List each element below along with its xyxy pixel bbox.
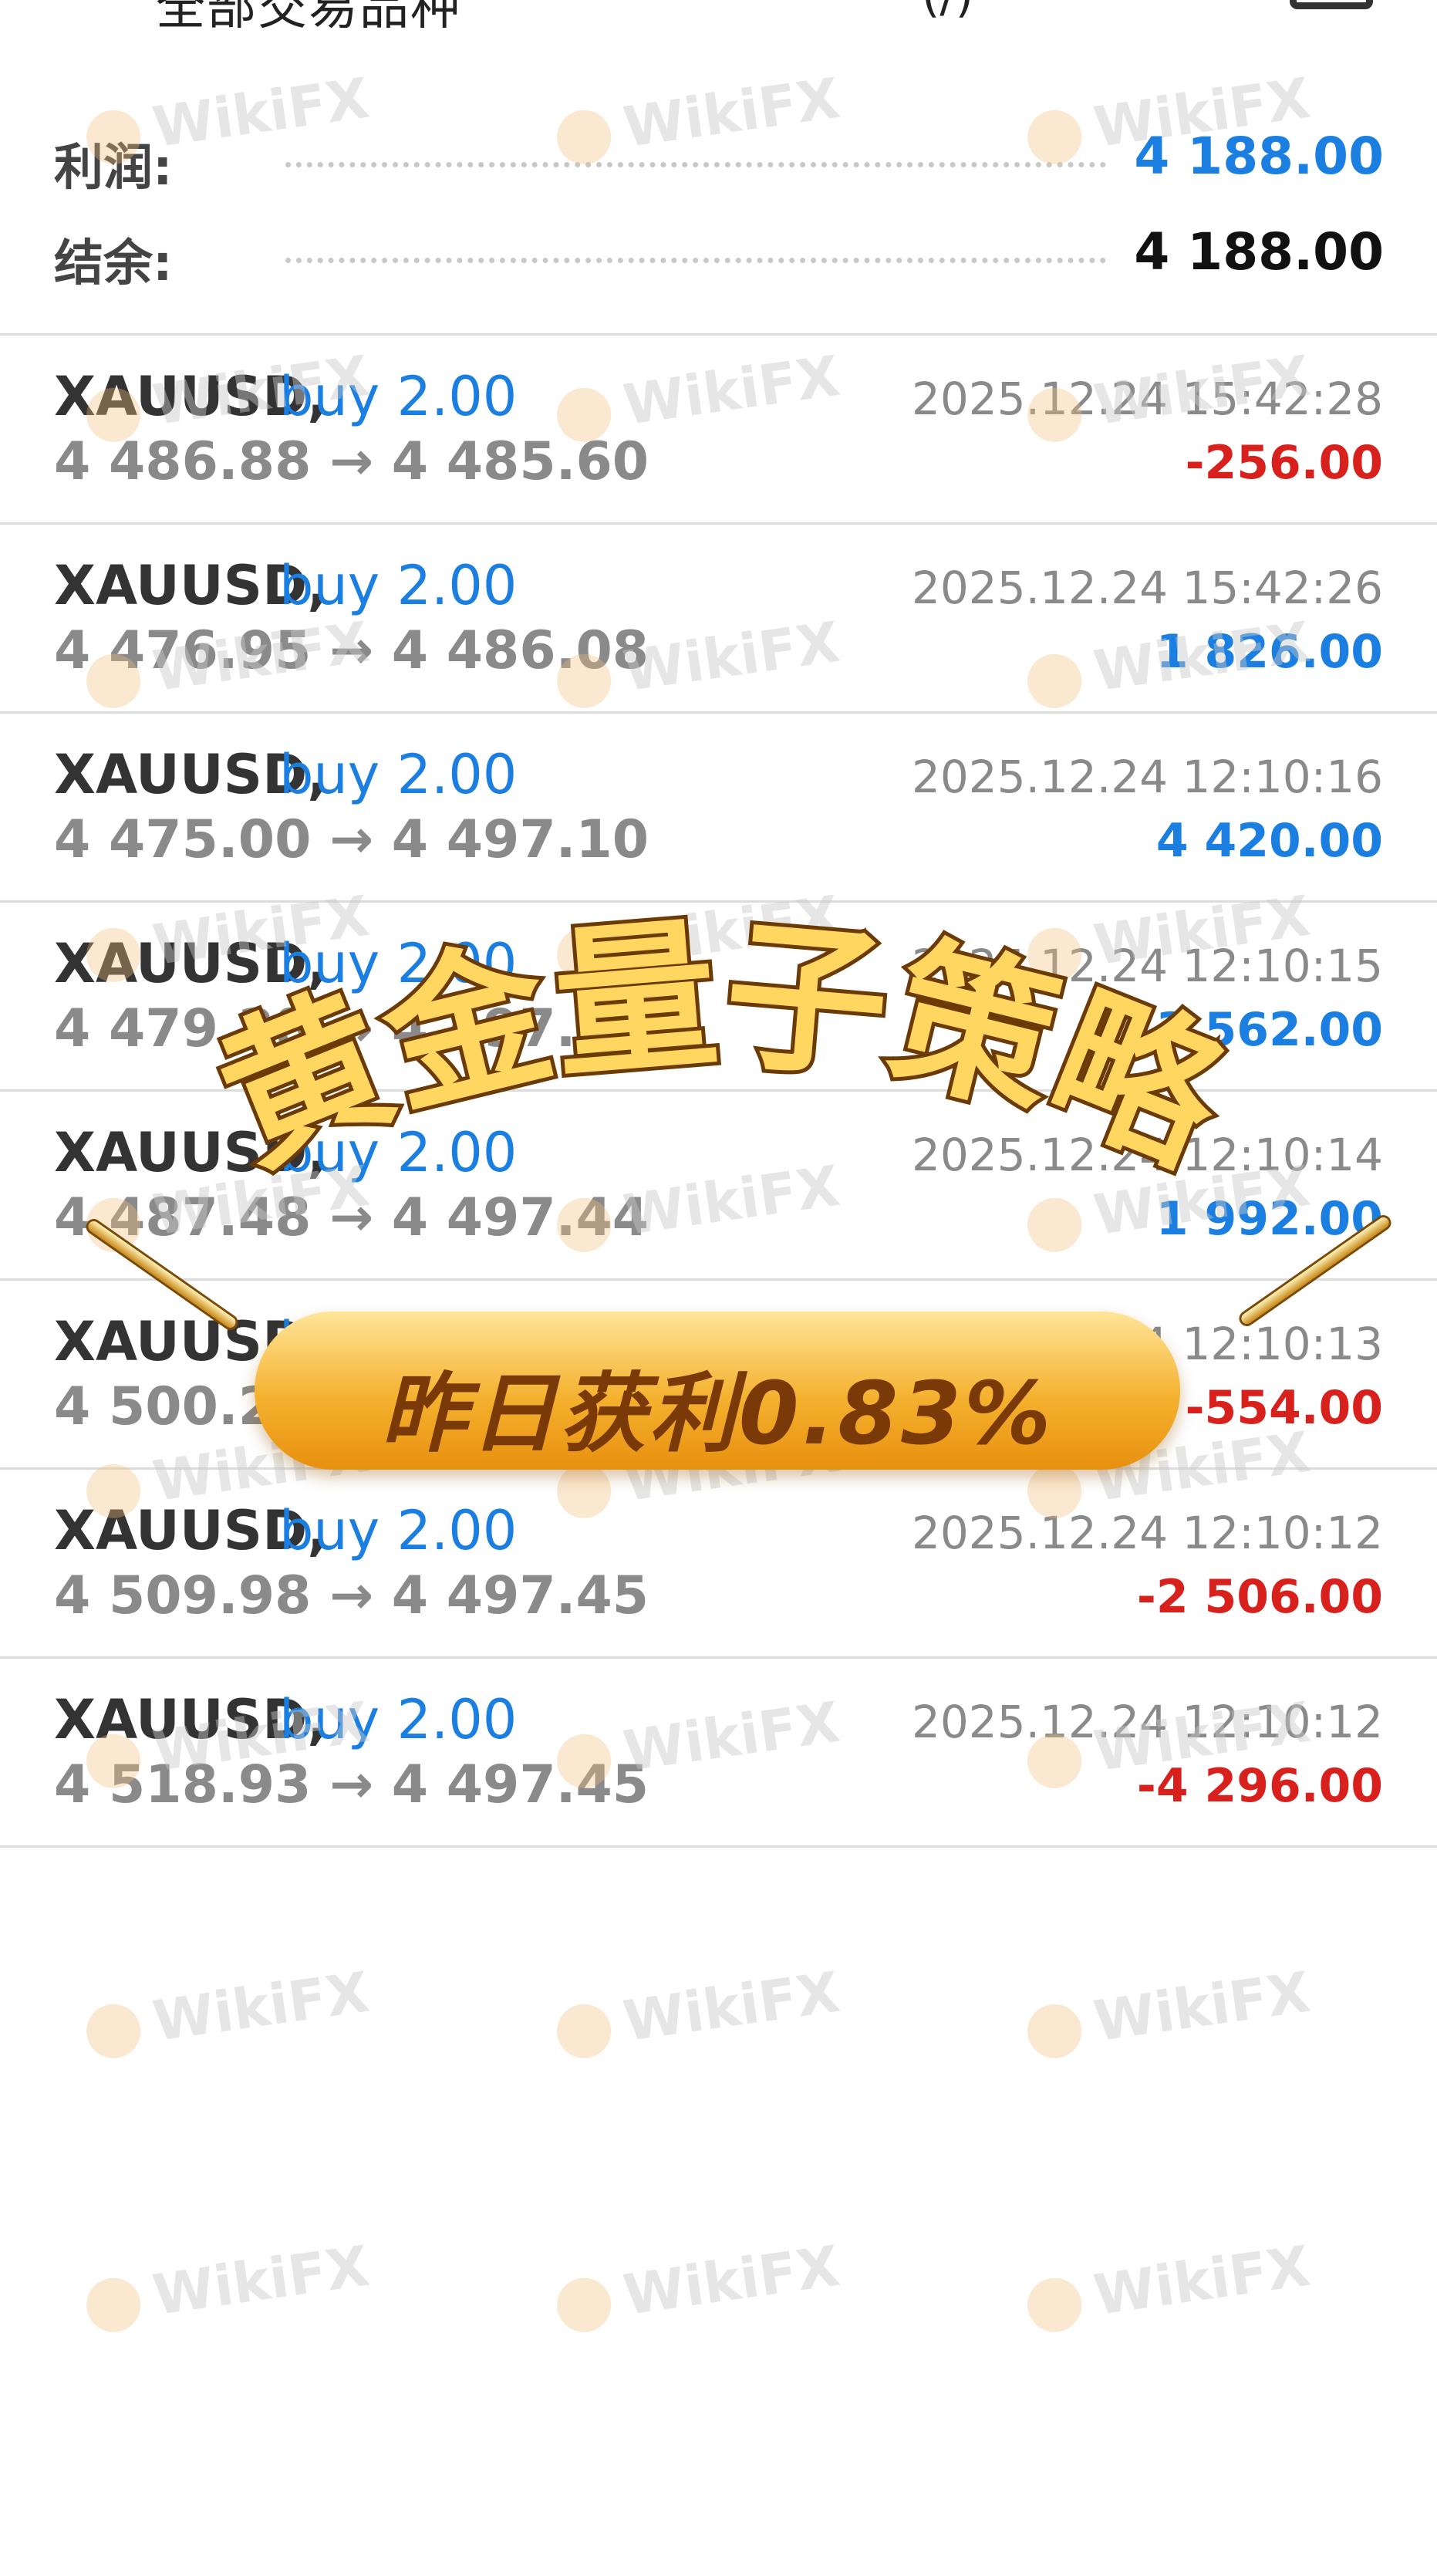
- trade-time: 2025.12.24 12:10:12: [911, 1507, 1383, 1559]
- trade-prices: 4 509.98 → 4 497.45: [54, 1565, 649, 1626]
- wikifx-logo-icon: [83, 384, 144, 446]
- trade-direction: buy 2.00: [279, 1310, 518, 1373]
- wikifx-logo-icon: [83, 2274, 144, 2336]
- trade-time: 2025.12.24 15:42:26: [911, 562, 1383, 614]
- wikifx-logo-icon: [1024, 106, 1085, 168]
- dotted-leader: [285, 162, 1106, 167]
- wikifx-logo-icon: [83, 1460, 144, 1522]
- watermark: WikiFX: [552, 2233, 843, 2338]
- wikifx-logo-icon: [1024, 2000, 1085, 2062]
- trade-time: 2025.12.24 12:10:13: [911, 1318, 1383, 1370]
- wikifx-logo-icon: [83, 2000, 144, 2062]
- trade-profit: -256.00: [1185, 436, 1383, 490]
- trade-prices: 4 486.88 → 4 485.60: [54, 431, 649, 492]
- wikifx-logo-icon: [83, 1194, 144, 1256]
- trade-direction: buy 2.00: [279, 743, 518, 806]
- dotted-leader: [285, 258, 1106, 263]
- watermark: WikiFX: [552, 1960, 843, 2064]
- wikifx-logo-icon: [83, 1730, 144, 1792]
- watermark: WikiFX: [1023, 2233, 1314, 2338]
- wikifx-logo-icon: [1024, 1194, 1085, 1256]
- trade-time: 2025.12.24 12:10:16: [911, 751, 1383, 803]
- wikifx-logo-icon: [553, 384, 615, 446]
- wikifx-logo-icon: [83, 106, 144, 168]
- wikifx-logo-icon: [1024, 2274, 1085, 2336]
- balance-value: 4 188.00: [1134, 222, 1384, 282]
- wikifx-logo-icon: [553, 106, 615, 168]
- watermark: WikiFX: [1023, 1960, 1314, 2064]
- wikifx-logo-icon: [553, 924, 615, 986]
- trade-direction: buy 2.00: [279, 554, 518, 617]
- trade-profit: 3 562.00: [1155, 1003, 1383, 1057]
- watermark: WikiFX: [82, 1960, 373, 2064]
- wikifx-logo-icon: [1024, 1460, 1085, 1522]
- wikifx-logo-icon: [553, 2000, 615, 2062]
- symbol-filter-title[interactable]: 全部交易品种: [156, 0, 461, 39]
- wikifx-logo-icon: [553, 2274, 615, 2336]
- wikifx-logo-icon: [553, 1460, 615, 1522]
- trade-prices: 4 475.00 → 4 497.10: [54, 809, 649, 870]
- balance-label: 结余:: [54, 235, 173, 292]
- balance-row: 结余: 4 188.00: [54, 219, 1384, 292]
- trade-row[interactable]: XAUUSD, buy 2.00 2025.12.24 12:10:16 4 4…: [0, 714, 1437, 903]
- wikifx-logo-icon: [1024, 650, 1085, 712]
- trade-time: 2025.12.24 12:10:14: [911, 1129, 1383, 1181]
- wikifx-logo-icon: [553, 1194, 615, 1256]
- header-extra: (/): [922, 0, 973, 23]
- trade-profit: 4 420.00: [1155, 814, 1383, 868]
- wikifx-logo-icon: [1024, 384, 1085, 446]
- trade-direction: buy 2.00: [279, 1499, 518, 1562]
- calendar-icon[interactable]: [1290, 0, 1373, 9]
- trade-prices: 4 479.28 → 4 497.09: [54, 998, 649, 1059]
- wikifx-logo-icon: [1024, 924, 1085, 986]
- trade-profit: -2 506.00: [1136, 1570, 1383, 1624]
- watermark: WikiFX: [82, 2233, 373, 2338]
- wikifx-logo-icon: [83, 924, 144, 986]
- wikifx-logo-icon: [553, 650, 615, 712]
- wikifx-logo-icon: [553, 1730, 615, 1792]
- top-bar: 全部交易品种 (/): [0, 0, 1437, 46]
- wikifx-logo-icon: [83, 650, 144, 712]
- wikifx-logo-icon: [1024, 1730, 1085, 1792]
